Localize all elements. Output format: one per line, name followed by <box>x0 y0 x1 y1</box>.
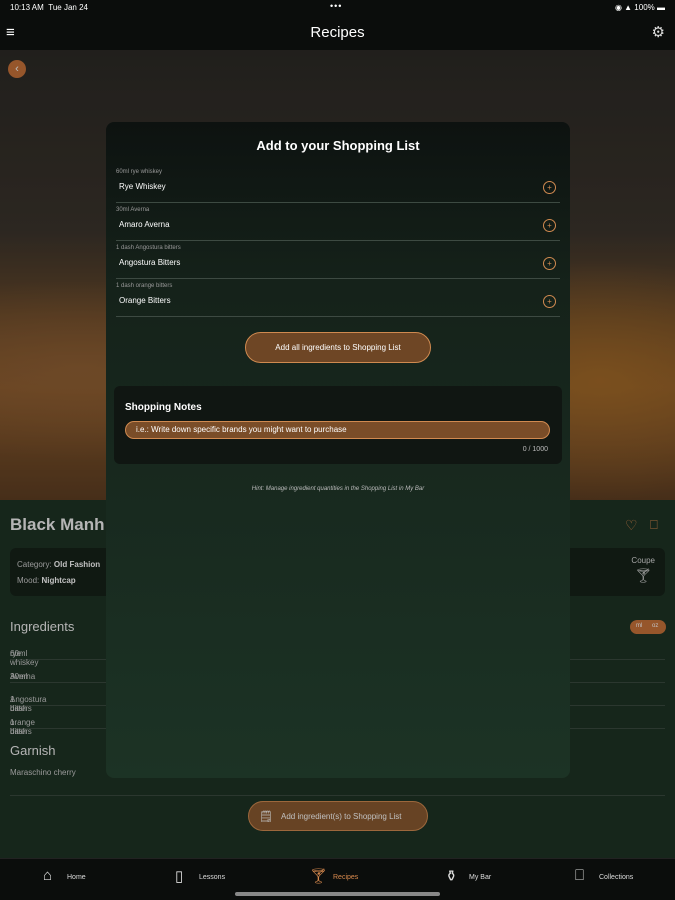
add-item-icon[interactable]: + <box>543 295 556 308</box>
add-all-ingredients-button[interactable]: Add all ingredients to Shopping List <box>245 332 431 363</box>
shopping-item-row[interactable]: 30ml Averna Amaro Averna + <box>116 204 560 241</box>
notes-char-count: 0 / 1000 <box>522 446 548 453</box>
status-battery: ◉ ▲ 100% ▬ <box>614 3 665 12</box>
cocktail-icon: 🍸︎ <box>309 868 329 885</box>
add-item-icon[interactable]: + <box>543 181 556 194</box>
bottles-icon: ⚱ <box>445 868 458 885</box>
hint-text: Hint: Manage ingredient quantities in th… <box>251 486 425 492</box>
shopping-item-row[interactable]: 60ml rye whiskey Rye Whiskey + <box>116 166 560 203</box>
shopping-notes-heading: Shopping Notes <box>125 402 202 413</box>
lessons-icon: ▯ <box>175 868 184 885</box>
gear-icon[interactable]: ⚙ <box>652 23 665 41</box>
home-indicator[interactable] <box>235 892 440 896</box>
add-item-icon[interactable]: + <box>543 219 556 232</box>
shopping-notes-panel: Shopping Notes i.e.: Write down specific… <box>114 386 562 464</box>
shopping-item-row[interactable]: 1 dash Angostura bitters Angostura Bitte… <box>116 242 560 279</box>
add-item-icon[interactable]: + <box>543 257 556 270</box>
status-bar: 10:13 AM Tue Jan 24 ••• ◉ ▲ 100% ▬ <box>0 0 675 16</box>
shopping-item-row[interactable]: 1 dash orange bitters Orange Bitters + <box>116 280 560 317</box>
modal-title: Add to your Shopping List <box>256 138 420 153</box>
multitask-dots[interactable]: ••• <box>330 1 342 11</box>
nav-bar: ≡ Recipes ⚙ <box>0 16 675 50</box>
page-title: Recipes <box>310 24 365 41</box>
home-icon: ⌂ <box>43 867 53 884</box>
bookmark-icon: ⎕ <box>575 867 585 884</box>
shopping-notes-input[interactable]: i.e.: Write down specific brands you mig… <box>125 421 550 439</box>
status-time: 10:13 AM Tue Jan 24 <box>10 3 88 12</box>
